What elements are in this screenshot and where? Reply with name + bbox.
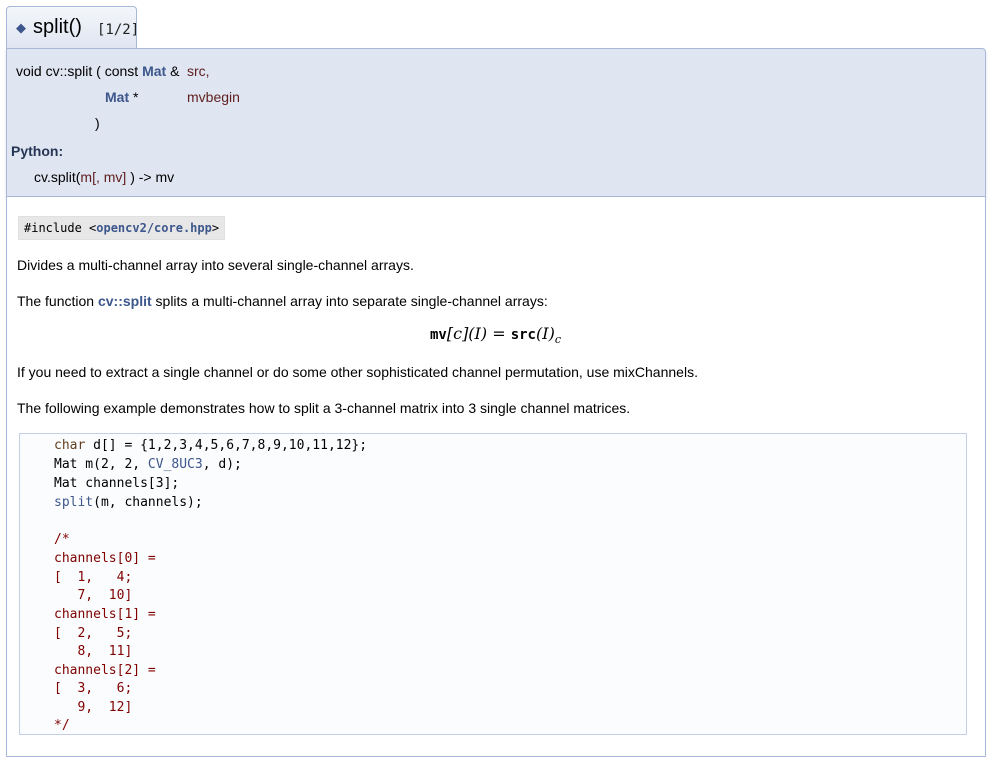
python-label: Python: — [11, 143, 64, 159]
code-comment-line: 8, 11] — [54, 644, 133, 659]
param1-name: src, — [187, 63, 210, 79]
return-type-and-name: void cv::split — [16, 63, 93, 79]
detail-text-after: splits a multi-channel array into separa… — [155, 293, 548, 309]
code-comment-line: channels[0] = — [54, 551, 156, 566]
python-call-args: m[, mv] — [80, 169, 127, 185]
example-intro: The following example demonstrates how t… — [17, 400, 631, 416]
param2-ptr: * — [133, 89, 139, 105]
code-line: split(m, channels); — [54, 493, 203, 512]
cv-split-link[interactable]: cv::split — [98, 293, 152, 309]
prototype-signature: void cv::split ( const Mat & — [16, 63, 179, 79]
description-detail: The function cv::split splits a multi-ch… — [17, 293, 548, 309]
const-keyword: const — [104, 63, 139, 79]
param2-type-row: Mat * — [105, 89, 138, 105]
cv-8uc3-link[interactable]: CV_8UC3 — [148, 457, 203, 472]
code-comment-line: [ 3, 6; — [54, 681, 133, 696]
code-split-args: (m, channels); — [93, 495, 203, 510]
code-comment-line: 9, 12] — [54, 700, 133, 715]
code-comment-line: /* — [54, 532, 70, 547]
formula-lhs-name: mv — [430, 327, 447, 343]
include-suffix: > — [211, 221, 220, 235]
include-directive: #include <opencv2/core.hpp> — [18, 216, 226, 240]
description-brief: Divides a multi-channel array into sever… — [17, 257, 414, 273]
formula-rhs-arg: (I) — [536, 324, 555, 343]
param1-ref: & — [170, 63, 180, 79]
python-signature: cv.split(m[, mv] ) -> mv — [34, 169, 174, 185]
diamond-bullet-icon: ◆ — [16, 20, 26, 35]
code-mat-ctor-end: , d); — [202, 457, 242, 472]
code-comment-line: [ 2, 5; — [54, 626, 133, 641]
param1-type-link[interactable]: Mat — [142, 63, 166, 79]
close-paren: ) — [95, 115, 100, 131]
code-comment-line: 7, 10] — [54, 588, 133, 603]
python-call-prefix: cv.split( — [34, 169, 81, 185]
code-mat-ctor: Mat m(2, 2, — [54, 457, 148, 472]
formula-rhs-sub: c — [554, 333, 561, 347]
code-comment-line: */ — [54, 718, 70, 733]
include-prefix: #include < — [24, 221, 97, 235]
formula-rhs-name: src — [510, 327, 536, 343]
code-comment-line: [ 1, 4; — [54, 570, 133, 585]
code-line: char d[] = {1,2,3,4,5,6,7,8,9,10,11,12}; — [54, 436, 367, 455]
code-line: Mat m(2, 2, CV_8UC3, d); — [54, 455, 242, 474]
function-title-tab: ◆ split() [1/2] — [6, 6, 140, 48]
function-prototype: void cv::split ( const Mat & src, Mat * … — [6, 48, 986, 197]
split-call-link[interactable]: split — [54, 495, 93, 510]
mixchannels-note: If you need to extract a single channel … — [17, 364, 698, 380]
split-formula: mv[c](I) = src(I)c — [430, 324, 561, 346]
code-line: Mat channels[3]; — [54, 476, 180, 491]
open-paren: ( — [96, 63, 101, 79]
code-array-init: d[] = {1,2,3,4,5,6,7,8,9,10,11,12}; — [85, 438, 368, 453]
code-char-keyword: char — [54, 438, 86, 453]
code-comment-line: channels[2] = — [54, 663, 156, 678]
param2-type-link[interactable]: Mat — [105, 89, 129, 105]
formula-lhs-index: [c](I) — [446, 324, 488, 343]
overload-indicator: [1/2] — [97, 22, 140, 38]
detail-text-before: The function — [17, 293, 95, 309]
code-example: char d[] = {1,2,3,4,5,6,7,8,9,10,11,12};… — [19, 433, 967, 735]
include-header-link[interactable]: opencv2/core.hpp — [96, 221, 212, 235]
code-comment-line: channels[1] = — [54, 607, 156, 622]
formula-equals: = — [492, 324, 506, 343]
python-call-suffix: ) -> mv — [130, 169, 175, 185]
function-name: split() — [33, 16, 82, 38]
param2-name: mvbegin — [187, 89, 240, 105]
